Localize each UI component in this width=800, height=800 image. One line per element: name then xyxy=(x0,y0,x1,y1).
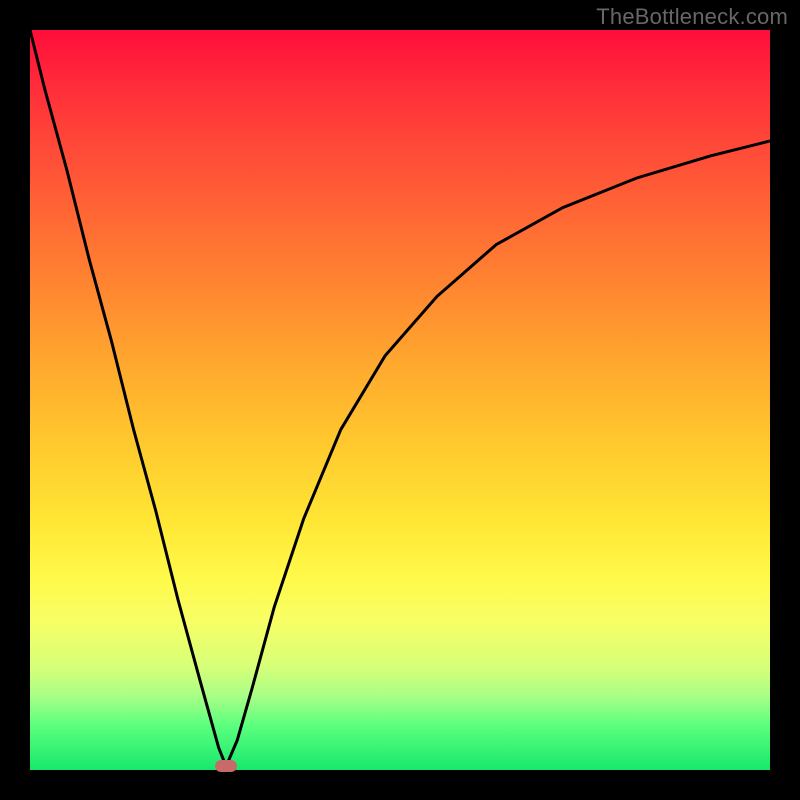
plot-area xyxy=(30,30,770,770)
minimum-marker xyxy=(215,760,237,772)
bottleneck-curve-left xyxy=(30,30,226,766)
watermark-text: TheBottleneck.com xyxy=(596,4,788,30)
chart-frame: TheBottleneck.com xyxy=(0,0,800,800)
bottleneck-curve-right xyxy=(226,141,770,766)
curve-layer xyxy=(30,30,770,770)
